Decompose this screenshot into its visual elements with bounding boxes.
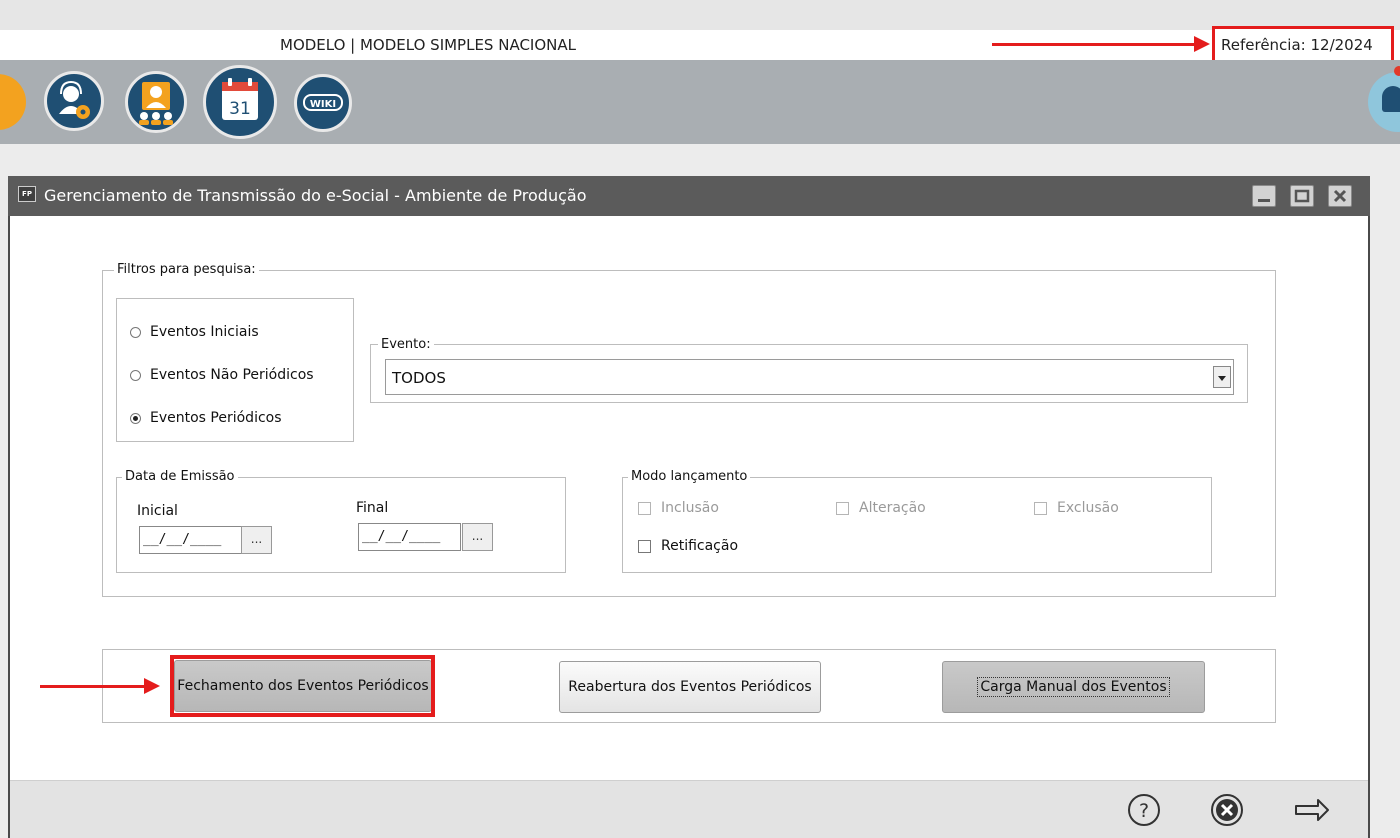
- checkbox-alteracao: Alteração: [836, 500, 926, 516]
- event-select-value: TODOS: [392, 369, 446, 387]
- initial-date-input[interactable]: __/__/____: [139, 526, 242, 554]
- annotation-arrow-close-button: [40, 678, 160, 694]
- event-select[interactable]: TODOS: [385, 359, 1234, 395]
- close-button-highlight: [170, 655, 435, 717]
- checkbox-label: Alteração: [859, 500, 926, 516]
- checkbox-box: [638, 501, 651, 515]
- svg-text:?: ?: [1139, 800, 1149, 822]
- radio-circle[interactable]: [130, 326, 141, 338]
- checkbox-exclusao: Exclusão: [1034, 500, 1119, 516]
- emission-date-group: [116, 477, 566, 573]
- emission-legend: Data de Emissão: [122, 469, 238, 484]
- checkbox-label: Exclusão: [1057, 500, 1119, 516]
- calendar-day-label: 31: [229, 99, 251, 119]
- final-date-label: Final: [356, 500, 389, 516]
- desktop-area: [0, 144, 8, 838]
- launch-mode-legend: Modo lançamento: [628, 469, 751, 484]
- radio-label: Eventos Não Periódicos: [150, 367, 314, 383]
- radio-label: Eventos Iniciais: [150, 324, 259, 340]
- calendar-icon[interactable]: 31: [203, 65, 277, 139]
- radio-circle[interactable]: [130, 369, 141, 381]
- close-window-button[interactable]: [1328, 185, 1352, 207]
- reference-period[interactable]: Referência: 12/2024: [1221, 36, 1373, 54]
- window-footer: [10, 780, 1368, 838]
- event-legend: Evento:: [378, 337, 434, 352]
- top-strip: [0, 0, 1400, 30]
- maximize-button[interactable]: [1290, 185, 1314, 207]
- initial-date-picker-button[interactable]: ...: [241, 526, 272, 554]
- window-title: Gerenciamento de Transmissão do e-Social…: [44, 186, 587, 205]
- radio-eventos-nao-periodicos[interactable]: Eventos Não Periódicos: [130, 367, 314, 383]
- checkbox-label: Retificação: [661, 538, 739, 554]
- checkbox-box[interactable]: [638, 539, 651, 553]
- annotation-arrow-reference: [992, 36, 1210, 52]
- initial-date-label: Inicial: [137, 503, 178, 519]
- support-gear-icon[interactable]: [44, 71, 104, 131]
- checkbox-box: [836, 501, 849, 515]
- users-icon[interactable]: [125, 71, 187, 133]
- exit-arrow-icon[interactable]: [1294, 793, 1329, 827]
- notification-badge: [1394, 66, 1400, 76]
- launch-mode-group: [622, 477, 1212, 573]
- company-name: MODELO | MODELO SIMPLES NACIONAL: [280, 36, 576, 54]
- radio-eventos-periodicos[interactable]: Eventos Periódicos: [130, 410, 282, 426]
- checkbox-retificacao[interactable]: Retificação: [638, 538, 738, 554]
- app-badge-icon: FP: [18, 186, 36, 202]
- checkbox-label: Inclusão: [661, 500, 719, 516]
- chevron-down-icon[interactable]: [1213, 366, 1231, 388]
- radio-label: Eventos Periódicos: [150, 410, 282, 426]
- wiki-icon[interactable]: WIKI: [294, 74, 352, 132]
- final-date-picker-button[interactable]: ...: [462, 523, 493, 551]
- radio-eventos-iniciais[interactable]: Eventos Iniciais: [130, 324, 259, 340]
- final-date-input[interactable]: __/__/____: [358, 523, 461, 551]
- manual-load-label: Carga Manual dos Eventos: [977, 677, 1170, 697]
- help-icon[interactable]: ?: [1127, 793, 1161, 827]
- reopen-periodic-events-button[interactable]: Reabertura dos Eventos Periódicos: [559, 661, 821, 713]
- filters-legend: Filtros para pesquisa:: [114, 262, 259, 277]
- radio-circle-selected[interactable]: [130, 412, 141, 424]
- checkbox-inclusao: Inclusão: [638, 500, 719, 516]
- manual-load-events-button[interactable]: Carga Manual dos Eventos: [942, 661, 1205, 713]
- wiki-label: WIKI: [310, 99, 336, 110]
- checkbox-box: [1034, 501, 1047, 515]
- minimize-button[interactable]: [1252, 185, 1276, 207]
- cancel-icon[interactable]: [1210, 793, 1244, 827]
